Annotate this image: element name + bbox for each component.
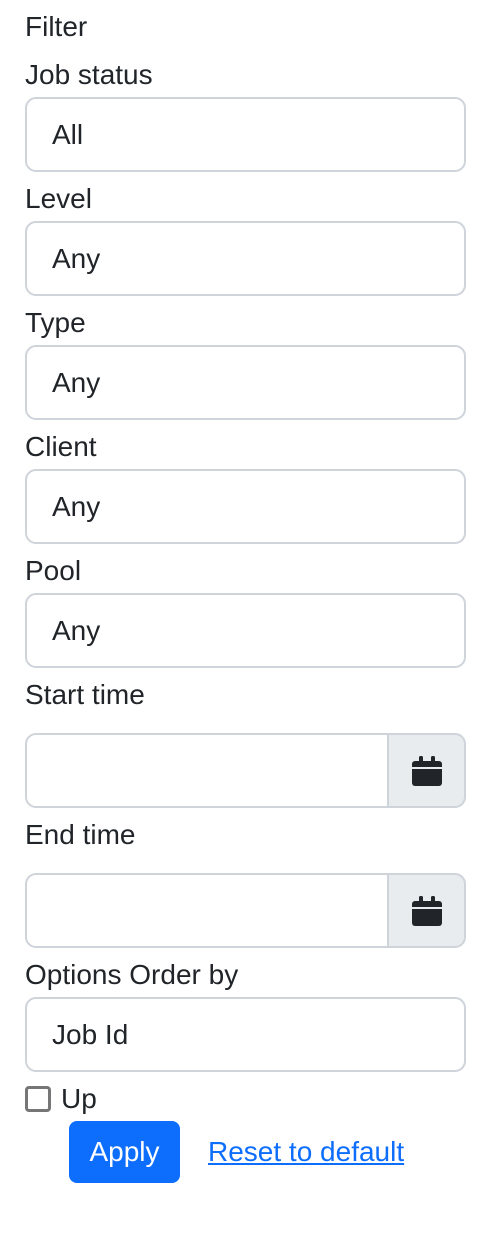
- job-status-select[interactable]: All: [25, 97, 466, 172]
- up-checkbox-label: Up: [61, 1083, 97, 1114]
- job-status-label: Job status: [25, 59, 153, 90]
- up-checkbox[interactable]: [25, 1086, 51, 1112]
- start-time-group: [25, 733, 466, 808]
- up-checkbox-row: Up: [25, 1083, 97, 1115]
- end-time-group: [25, 873, 466, 948]
- level-label: Level: [25, 183, 92, 214]
- end-time-label: End time: [25, 819, 136, 850]
- client-select[interactable]: Any: [25, 469, 466, 544]
- calendar-icon: [411, 755, 442, 786]
- order-by-value: Job Id: [52, 1018, 129, 1050]
- client-value: Any: [52, 490, 101, 522]
- apply-button[interactable]: Apply: [69, 1121, 180, 1183]
- level-select[interactable]: Any: [25, 221, 466, 296]
- start-time-input[interactable]: [25, 733, 387, 808]
- type-value: Any: [52, 366, 101, 398]
- client-label: Client: [25, 431, 97, 462]
- order-by-select[interactable]: Job Id: [25, 997, 466, 1072]
- level-value: Any: [52, 242, 101, 274]
- type-label: Type: [25, 307, 86, 338]
- end-time-input[interactable]: [25, 873, 387, 948]
- pool-value: Any: [52, 614, 101, 646]
- pool-select[interactable]: Any: [25, 593, 466, 668]
- reset-to-default-link[interactable]: Reset to default: [208, 1138, 404, 1166]
- type-select[interactable]: Any: [25, 345, 466, 420]
- start-time-label: Start time: [25, 679, 145, 710]
- job-status-value: All: [52, 118, 84, 150]
- start-time-calendar-button[interactable]: [387, 733, 466, 808]
- calendar-icon: [411, 895, 442, 926]
- filter-heading: Filter: [25, 11, 88, 42]
- pool-label: Pool: [25, 555, 82, 586]
- options-order-by-label: Options Order by: [25, 959, 239, 990]
- end-time-calendar-button[interactable]: [387, 873, 466, 948]
